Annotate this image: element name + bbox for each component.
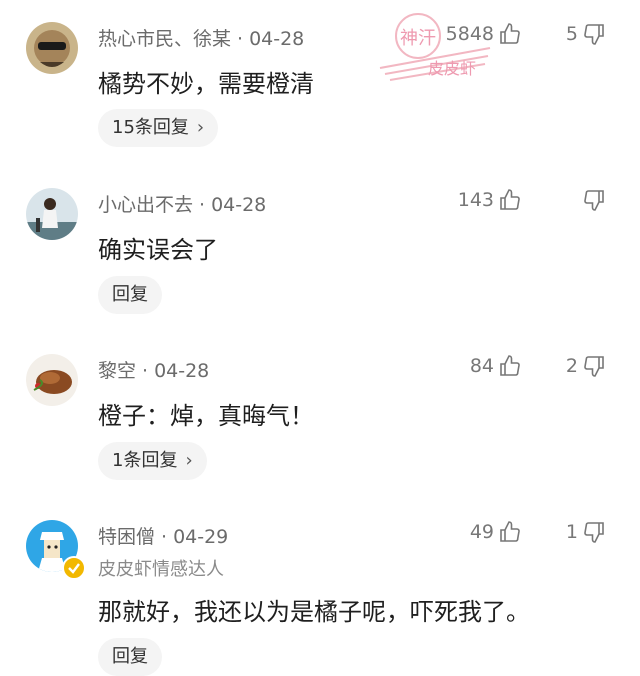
separator-dot: · [161, 526, 168, 548]
username[interactable]: 热心市民、徐某 [98, 28, 231, 50]
username[interactable]: 黎空 [98, 360, 136, 382]
comment-meta: 热心市民、徐某 · 04-28 [98, 24, 304, 51]
chevron-right-icon: › [185, 450, 193, 471]
thumbs-up-icon [500, 189, 520, 210]
reply-label: 回复 [112, 646, 148, 667]
reply-button[interactable]: 1条回复 › [98, 442, 207, 480]
thumbs-down-icon [584, 24, 604, 45]
comment-date: 04-28 [211, 194, 267, 216]
thumbs-down-icon [584, 522, 604, 543]
watermark-logo: 神汗 皮皮虾 [379, 13, 491, 81]
reply-label: 回复 [112, 284, 148, 305]
like-button[interactable]: 84 [470, 354, 522, 378]
like-count: 84 [469, 355, 494, 377]
like-count: 49 [469, 521, 494, 543]
user-title: 皮皮虾情感达人 [98, 559, 224, 580]
reply-button[interactable]: 回复 [98, 638, 162, 676]
like-button[interactable]: 49 [470, 520, 522, 544]
reply-button[interactable]: 回复 [98, 276, 162, 314]
comment-text: 那就好，我还以为是橘子呢，吓死我了。 [98, 598, 530, 626]
dislike-button[interactable]: 5 [566, 22, 606, 46]
comment-text: 橘势不妙，需要橙清 [98, 70, 314, 98]
dislike-count: 1 [565, 521, 578, 543]
verified-badge [62, 556, 86, 580]
dislike-count: 5 [565, 23, 578, 45]
like-button[interactable]: 143 [458, 188, 522, 212]
check-icon [68, 563, 80, 574]
thumbs-up-icon [500, 521, 520, 542]
thumbs-up-icon [500, 23, 520, 44]
chevron-right-icon: › [196, 117, 205, 138]
avatar[interactable] [26, 354, 78, 406]
separator-dot: · [199, 194, 206, 216]
comment-meta: 特困僧 · 04-29 [98, 522, 228, 549]
comment-text: 橙子：焯，真晦气！ [98, 402, 314, 430]
comment-text: 确实误会了 [98, 236, 218, 264]
like-count: 143 [457, 189, 494, 211]
dislike-button[interactable] [578, 188, 606, 212]
thumbs-up-icon [500, 355, 520, 376]
comment-meta: 黎空 · 04-28 [98, 356, 209, 383]
reply-label: 1条回复 [112, 450, 178, 471]
username[interactable]: 小心出不去 [98, 194, 193, 216]
watermark-text-top: 神汗 [400, 28, 436, 49]
like-button[interactable]: 5848 [446, 22, 522, 46]
like-count: 5848 [445, 23, 494, 45]
separator-dot: · [237, 28, 244, 50]
dislike-count: 2 [565, 355, 578, 377]
thumbs-down-icon [584, 356, 604, 377]
avatar[interactable] [26, 188, 78, 240]
username[interactable]: 特困僧 [98, 526, 155, 548]
comment-meta: 小心出不去 · 04-28 [98, 190, 266, 217]
comment-date: 04-29 [173, 526, 229, 548]
reply-label: 15条回复 [112, 117, 189, 138]
dislike-button[interactable]: 2 [566, 354, 606, 378]
dislike-button[interactable]: 1 [566, 520, 606, 544]
watermark-text-bottom: 皮皮虾 [428, 59, 476, 78]
comment-date: 04-28 [249, 28, 305, 50]
avatar[interactable] [26, 22, 78, 74]
thumbs-down-icon [584, 190, 604, 211]
reply-button[interactable]: 15条回复 › [98, 109, 219, 147]
comment-date: 04-28 [154, 360, 210, 382]
separator-dot: · [142, 360, 149, 382]
